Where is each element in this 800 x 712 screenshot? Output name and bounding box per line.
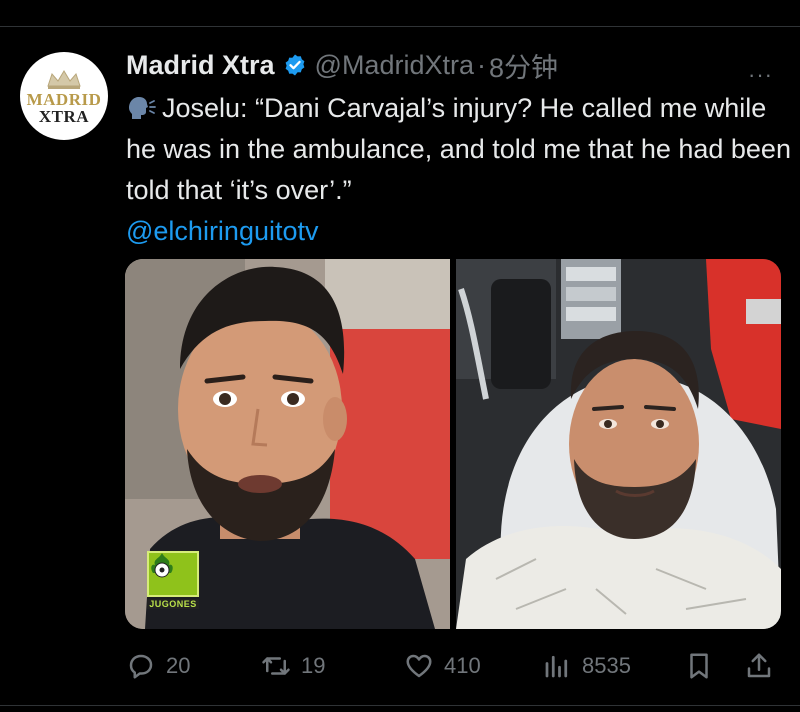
soccer-ball-icon <box>151 553 173 578</box>
media-right-photo[interactable] <box>456 259 781 629</box>
more-options-icon[interactable]: ··· <box>748 62 773 88</box>
reply-count: 20 <box>166 653 191 678</box>
like-button[interactable]: 410 <box>404 646 481 686</box>
speaking-head-icon <box>129 97 156 119</box>
action-bar: 20 19 410 8535 <box>126 646 786 686</box>
post-body: Joselu: “Dani Carvajal’s injury? He call… <box>126 88 796 252</box>
like-count: 410 <box>444 653 481 678</box>
bookmark-icon <box>690 653 708 679</box>
reply-button[interactable]: 20 <box>126 646 190 686</box>
verified-badge-icon <box>285 54 304 76</box>
media-attachment[interactable]: JUGONES <box>125 259 781 629</box>
crown-icon <box>47 69 81 89</box>
repost-icon <box>262 657 290 675</box>
avatar-text-madrid: MADRID <box>26 89 102 109</box>
heart-icon <box>406 654 432 678</box>
views-chart-icon <box>545 655 568 678</box>
separator-dot: · <box>477 49 486 80</box>
media-left-photo[interactable]: JUGONES <box>125 259 450 629</box>
post-text: Joselu: “Dani Carvajal’s injury? He call… <box>126 93 791 205</box>
repost-count: 19 <box>301 653 326 678</box>
bottom-divider <box>0 705 800 706</box>
author-name[interactable]: Madrid Xtra <box>126 50 275 81</box>
reply-icon <box>129 654 153 679</box>
share-button[interactable] <box>744 646 774 686</box>
watermark-label: JUGONES <box>147 599 199 609</box>
avatar[interactable]: MADRID XTRA <box>20 52 108 140</box>
top-divider <box>0 26 800 27</box>
right-photo-illustration <box>456 259 781 629</box>
bookmark-button[interactable] <box>684 646 714 686</box>
jugones-watermark: JUGONES <box>147 551 199 613</box>
post-header: Madrid Xtra @MadridXtra · 8分钟 <box>126 46 558 85</box>
views-button[interactable]: 8535 <box>542 646 631 686</box>
repost-button[interactable]: 19 <box>261 646 325 686</box>
mention-link[interactable]: @elchiringuitotv <box>126 216 319 246</box>
post-time[interactable]: 8分钟 <box>489 46 558 85</box>
author-handle[interactable]: @MadridXtra <box>315 50 474 81</box>
share-icon <box>747 653 771 678</box>
avatar-text-xtra: XTRA <box>38 106 90 126</box>
views-count: 8535 <box>582 653 631 678</box>
